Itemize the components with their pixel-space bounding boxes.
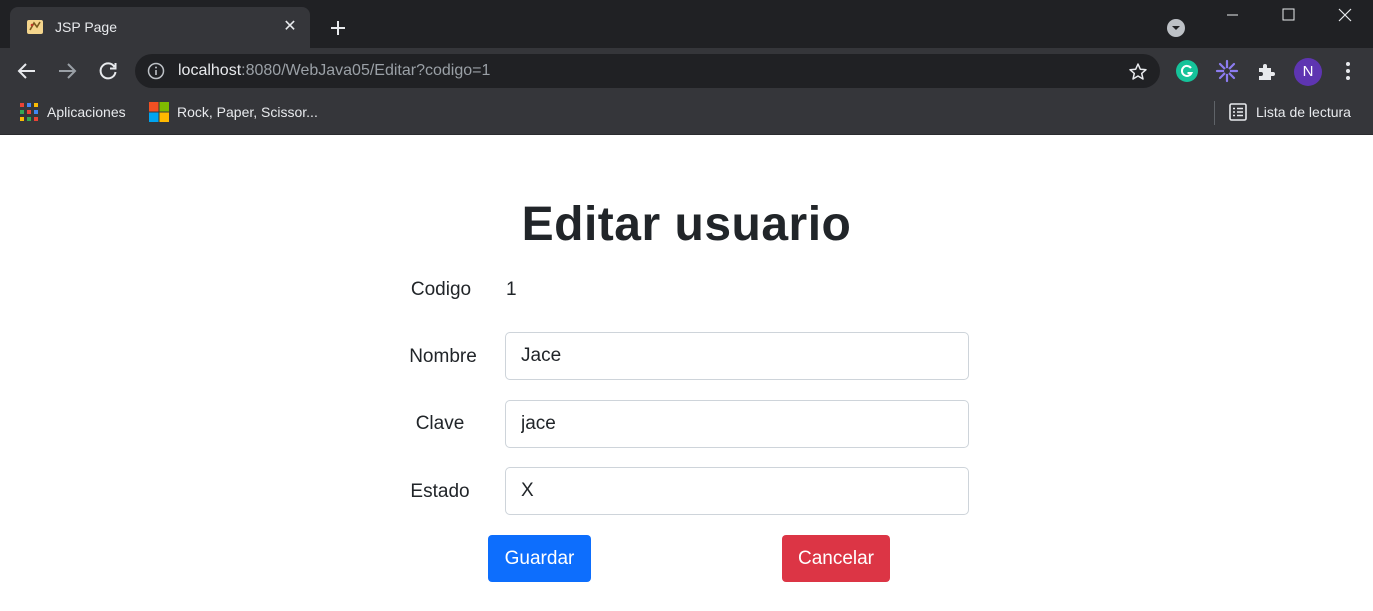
bookmarks-bar: Aplicaciones Rock, Paper, Scissor... Lis… (0, 93, 1373, 135)
save-button[interactable]: Guardar (488, 535, 591, 582)
reading-list-icon (1229, 103, 1247, 121)
extensions-puzzle-icon[interactable] (1255, 59, 1279, 83)
forward-arrow-icon[interactable] (55, 59, 79, 83)
grammarly-icon[interactable] (1175, 59, 1199, 83)
tab-title: JSP Page (55, 19, 118, 35)
nombre-label: Nombre (409, 346, 477, 367)
codigo-value: 1 (506, 279, 517, 300)
nombre-field[interactable] (505, 332, 969, 380)
reading-list-button[interactable]: Lista de lectura (1228, 102, 1351, 124)
codigo-label: Codigo (410, 279, 472, 300)
tab-search-icon[interactable] (1166, 18, 1186, 38)
microsoft-logo-icon (149, 102, 169, 122)
clave-field[interactable] (505, 400, 969, 448)
bookmark-label: Rock, Paper, Scissor... (177, 104, 318, 120)
reading-list-label: Lista de lectura (1256, 104, 1351, 120)
more-menu-icon[interactable] (1337, 60, 1359, 82)
window-close-icon[interactable] (1322, 0, 1368, 32)
profile-avatar[interactable]: N (1294, 58, 1322, 86)
page-content: Editar usuario Codigo 1 Nombre Clave Est… (0, 135, 1373, 611)
url-path: :8080/WebJava05/Editar?codigo=1 (241, 62, 491, 79)
estado-label: Estado (410, 481, 470, 502)
bookmark-star-icon[interactable] (1128, 62, 1148, 82)
cancel-button[interactable]: Cancelar (782, 535, 890, 582)
bookmark-apps[interactable]: Aplicaciones (19, 102, 126, 124)
bookmarks-divider (1214, 101, 1215, 125)
minimize-icon[interactable] (1209, 0, 1255, 32)
browser-toolbar: localhost:8080/WebJava05/Editar?codigo=1… (0, 48, 1373, 93)
extension-flower-icon[interactable] (1215, 59, 1239, 83)
clave-label: Clave (415, 413, 465, 434)
maximize-icon[interactable] (1265, 0, 1311, 32)
url-host: localhost (178, 62, 242, 79)
url-text[interactable]: localhost:8080/WebJava05/Editar?codigo=1 (178, 62, 490, 80)
address-bar[interactable]: localhost:8080/WebJava05/Editar?codigo=1 (135, 54, 1160, 88)
tab-strip: JSP Page ✕ (0, 0, 1373, 48)
java-coffee-icon (27, 20, 43, 34)
page-title: Editar usuario (521, 198, 852, 251)
bookmark-label: Aplicaciones (47, 104, 126, 120)
site-info-icon[interactable] (147, 62, 165, 80)
browser-tab[interactable]: JSP Page ✕ (10, 7, 310, 48)
bookmark-rock-paper-scissor[interactable]: Rock, Paper, Scissor... (149, 102, 318, 124)
reload-icon[interactable] (96, 59, 120, 83)
tab-close-icon[interactable]: ✕ (280, 17, 300, 37)
back-arrow-icon[interactable] (15, 59, 39, 83)
estado-field[interactable] (505, 467, 969, 515)
plus-icon[interactable] (326, 16, 350, 40)
apps-grid-icon (20, 103, 38, 121)
